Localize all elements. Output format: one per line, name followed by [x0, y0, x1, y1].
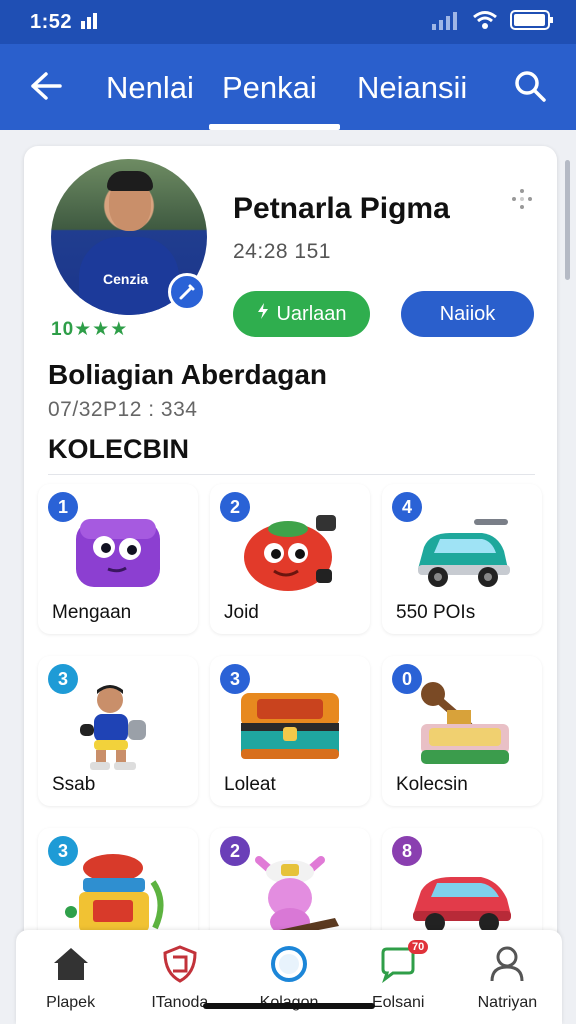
item-label: Loleat — [224, 774, 276, 795]
item-label: Ssab — [52, 774, 96, 795]
collection-item[interactable]: 0 Kolecsin — [382, 656, 542, 806]
status-left: 1:52 — [30, 11, 102, 34]
section-subtitle: 07/32P12 : 334 — [48, 398, 198, 421]
collection-item[interactable]: 8 — [382, 828, 542, 946]
status-right — [430, 9, 554, 36]
teal-car-icon — [406, 508, 518, 598]
collection-item[interactable]: 4 550 POIs — [382, 484, 542, 634]
item-label: Mengaan — [52, 602, 132, 623]
nav-label: Plapek — [46, 994, 96, 1011]
item-label: 550 POIs — [396, 602, 476, 623]
bottom-navigation: Plapek ITanoda Kolagon 70 Eolsani Natriy… — [16, 930, 562, 1024]
nav-item-profile[interactable]: Natriyan — [453, 930, 562, 1024]
more-options-icon[interactable] — [509, 186, 535, 212]
avatar-jersey-text: Cenzia — [103, 271, 149, 287]
back-button[interactable] — [28, 68, 64, 104]
divider — [48, 474, 535, 475]
red-car-icon — [406, 852, 518, 942]
nav-item-chat[interactable]: 70 Eolsani — [344, 930, 453, 1024]
back-arrow-icon — [31, 72, 62, 100]
treasure-chest-icon — [234, 680, 346, 770]
collection-item[interactable]: 3 Ssab — [38, 656, 198, 806]
pencil-icon — [179, 284, 195, 300]
shield-icon — [160, 944, 200, 984]
chat-badge-icon: 70 — [378, 940, 429, 984]
secondary-action-label: Naiiok — [439, 302, 496, 325]
battery-icon — [510, 9, 554, 36]
collection-grid: 1 Mengaan 2 Joid 4 550 POIs 3 Ssab 3 Lol… — [38, 484, 548, 946]
nav-item-center[interactable]: Kolagon — [234, 930, 343, 1024]
search-icon — [515, 71, 546, 102]
collection-item[interactable]: 2 Joid — [210, 484, 370, 634]
nav-item-home[interactable]: Plapek — [16, 930, 125, 1024]
edit-avatar-button[interactable] — [168, 273, 206, 311]
avatar-hair — [107, 171, 153, 191]
hammer-box-icon — [406, 680, 518, 770]
pink-creature-icon — [234, 852, 346, 942]
section-title: Boliagian Aberdagan — [48, 359, 328, 390]
tab-neiansii[interactable]: Neiansii — [357, 68, 467, 108]
nav-label: ITanoda — [151, 994, 209, 1011]
player-figure-icon — [62, 680, 174, 770]
collection-item[interactable]: 1 Mengaan — [38, 484, 198, 634]
notification-badge: 70 — [407, 940, 429, 954]
nav-item-shield[interactable]: ITanoda — [125, 930, 234, 1024]
nav-label: Natriyan — [477, 994, 538, 1011]
tomato-cart-icon — [62, 852, 174, 942]
purple-cube-icon — [62, 508, 174, 598]
collection-item[interactable]: 2 — [210, 828, 370, 946]
home-indicator[interactable] — [203, 1003, 375, 1009]
top-navigation: Nenlai Penkai Neiansii — [0, 44, 576, 130]
primary-action-button[interactable]: Uarlaan — [233, 291, 370, 337]
search-button[interactable] — [512, 68, 548, 104]
active-tab-indicator — [209, 124, 340, 130]
home-icon — [51, 944, 91, 984]
cell-signal-icon — [430, 10, 460, 35]
user-icon — [487, 944, 527, 984]
item-label: Joid — [224, 602, 259, 623]
collection-item[interactable]: 3 Loleat — [210, 656, 370, 806]
profile-card: Cenzia 10★★★ Petnarla Pigma 24:28 151 Ua… — [24, 146, 557, 946]
status-time: 1:52 — [30, 10, 73, 33]
status-bar: 1:52 — [0, 0, 576, 44]
primary-action-label: Uarlaan — [276, 302, 347, 325]
profile-meta: 24:28 151 — [233, 240, 331, 263]
tab-nenlai[interactable]: Nenlai — [106, 68, 194, 108]
nav-label: Eolsani — [371, 994, 425, 1011]
collection-item[interactable]: 3 — [38, 828, 198, 946]
scrollbar[interactable] — [565, 160, 570, 280]
item-label: Kolecsin — [396, 774, 468, 795]
signal-bars-icon — [80, 11, 102, 34]
circle-icon — [269, 944, 309, 984]
wifi-icon — [472, 10, 498, 35]
red-robot-icon — [234, 508, 346, 598]
bolt-icon — [256, 302, 270, 326]
collection-header: KOLECBIN — [48, 434, 189, 464]
tab-penkai[interactable]: Penkai — [222, 68, 317, 108]
profile-name: Petnarla Pigma — [233, 192, 450, 225]
rating: 10★★★ — [51, 319, 129, 340]
secondary-action-button[interactable]: Naiiok — [401, 291, 534, 337]
